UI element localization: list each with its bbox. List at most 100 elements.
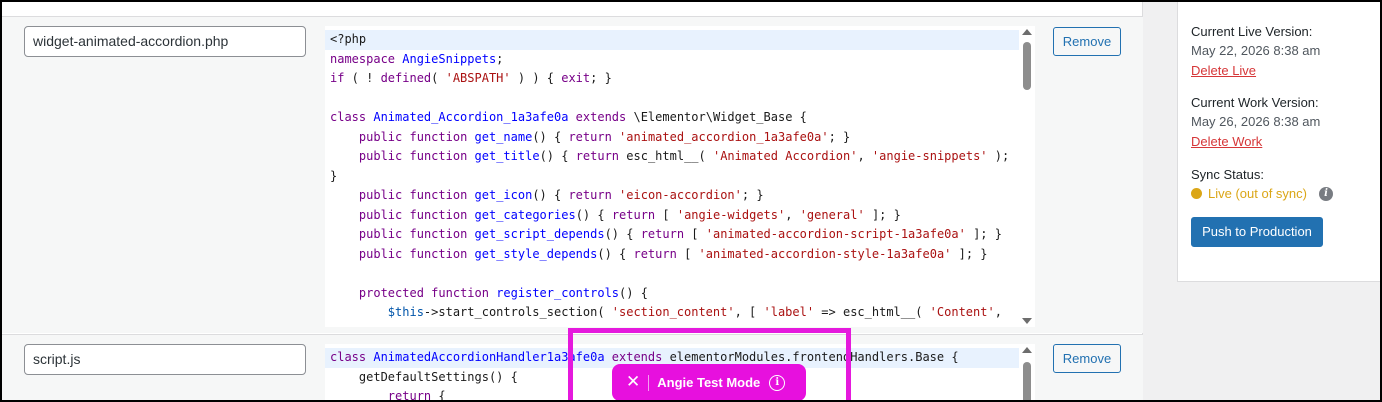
code-token: ) ) { — [510, 71, 562, 85]
filename-input[interactable]: script.js — [24, 344, 306, 375]
code-token: get_title — [474, 149, 540, 163]
code-line[interactable]: if ( ! defined( 'ABSPATH' ) ) { exit; } — [325, 69, 1019, 89]
code-line[interactable] — [325, 264, 1019, 284]
code-line[interactable]: public function get_title() { return esc… — [325, 147, 1019, 167]
code-token: () { — [604, 227, 641, 241]
code-line[interactable]: namespace AngieSnippets; — [325, 50, 1019, 70]
code-token: get_name — [474, 129, 533, 144]
code-line[interactable]: <?php — [325, 30, 1019, 50]
code-token: return — [611, 207, 656, 222]
code-token: ->start_controls_section( — [423, 305, 612, 319]
test-mode-badge[interactable]: ✕ Angie Test Mode i — [612, 364, 806, 400]
live-version-label: Current Live Version: — [1191, 24, 1313, 39]
code-token: public — [358, 188, 403, 202]
remove-button[interactable]: Remove — [1053, 27, 1121, 56]
code-line[interactable]: public function get_script_depends() { r… — [325, 225, 1019, 245]
code-token: extends — [575, 110, 627, 124]
code-line[interactable]: class Animated_Accordion_1a3afe0a extend… — [325, 108, 1019, 128]
code-line[interactable]: public function get_style_depends() { re… — [325, 245, 1019, 265]
code-editor[interactable]: <?php namespace AngieSnippets; if ( ! defi… — [325, 26, 1035, 327]
code-token: public — [358, 246, 403, 261]
close-icon[interactable]: ✕ — [626, 374, 640, 391]
code-line[interactable]: $this->start_controls_section( 'section_… — [325, 303, 1019, 323]
code-token: ); — [987, 149, 1010, 163]
code-token: public — [358, 129, 403, 144]
code-token: register_controls — [496, 285, 620, 300]
code-token: return — [387, 389, 432, 402]
code-token: ; } — [741, 188, 764, 202]
code-token: 'Animated Accordion' — [712, 149, 858, 163]
code-token: \Elementor\Widget_Base { — [626, 110, 807, 124]
code-token: defined — [380, 71, 432, 85]
delete-live-link[interactable]: Delete Live — [1191, 63, 1256, 78]
scroll-up-arrow-icon[interactable] — [1022, 347, 1032, 353]
code-token: function — [431, 285, 489, 300]
code-token: function — [409, 188, 468, 202]
scroll-down-arrow-icon[interactable] — [1022, 318, 1032, 324]
scroll-up-arrow-icon[interactable] — [1022, 29, 1032, 35]
push-to-production-button[interactable]: Push to Production — [1191, 217, 1323, 247]
code-token: () { — [539, 149, 576, 163]
code-line[interactable]: public function get_icon() { return 'eic… — [325, 186, 1019, 206]
divider — [648, 374, 650, 391]
code-token: 'eicon-accordion' — [619, 188, 742, 202]
work-version-label: Current Work Version: — [1191, 95, 1319, 110]
filename-input[interactable]: widget-animated-accordion.php — [24, 26, 306, 57]
code-token: () { — [619, 285, 648, 300]
code-token: get_script_depends — [474, 227, 605, 241]
code-token: () { — [597, 246, 634, 261]
code-token: ]; } — [864, 207, 901, 222]
code-line[interactable]: public function get_categories() { retur… — [325, 206, 1019, 226]
code-token: exit — [561, 71, 591, 85]
code-token: 'label' — [763, 305, 815, 319]
code-line[interactable] — [325, 89, 1019, 109]
scroll-thumb[interactable] — [1023, 362, 1031, 400]
code-token: () { — [575, 207, 612, 222]
code-token: 'angie-widgets' — [676, 207, 786, 222]
delete-work-link[interactable]: Delete Work — [1191, 134, 1262, 149]
code-token: { — [431, 389, 446, 402]
code-line[interactable]: protected function register_controls() { — [325, 284, 1019, 304]
code-token: ; } — [828, 129, 851, 144]
code-token: 'animated-accordion-script-1a3afe0a' — [705, 227, 966, 241]
code-token: ; — [496, 51, 504, 66]
code-token: , — [994, 305, 1002, 319]
code-token: class — [330, 350, 374, 364]
code-line[interactable]: public function get_name() { return 'ani… — [325, 128, 1019, 148]
code-token: ( — [431, 71, 446, 85]
info-icon[interactable]: i — [1319, 186, 1333, 201]
info-icon[interactable]: i — [769, 374, 786, 391]
code-token: () { — [532, 129, 569, 144]
code-token: 'section_content' — [611, 305, 735, 319]
editor-scrollbar[interactable] — [1019, 26, 1035, 327]
scroll-thumb[interactable] — [1023, 42, 1031, 90]
test-mode-label: Angie Test Mode — [657, 375, 761, 390]
live-version-value: May 22, 2026 8:38 am — [1191, 43, 1321, 58]
remove-button[interactable]: Remove — [1053, 344, 1121, 373]
code-token: 'animated-accordion-style-1a3afe0a' — [698, 246, 952, 261]
code-token: return — [568, 188, 612, 202]
sync-status: Live (out of sync) i — [1191, 186, 1333, 201]
code-token: ]; } — [951, 246, 988, 261]
code-token: getDefaultSettings() { — [330, 369, 518, 384]
code-token: get_categories — [474, 207, 576, 222]
code-token: , — [857, 149, 872, 163]
app-frame: widget-animated-accordion.php <?php names… — [0, 0, 1382, 402]
code-token: [ — [655, 207, 677, 222]
code-token: return — [575, 149, 620, 163]
editor-scrollbar[interactable] — [1019, 344, 1035, 400]
code-token: , [ — [734, 305, 764, 319]
code-token: function — [409, 207, 468, 222]
code-line[interactable]: } — [325, 167, 1019, 187]
